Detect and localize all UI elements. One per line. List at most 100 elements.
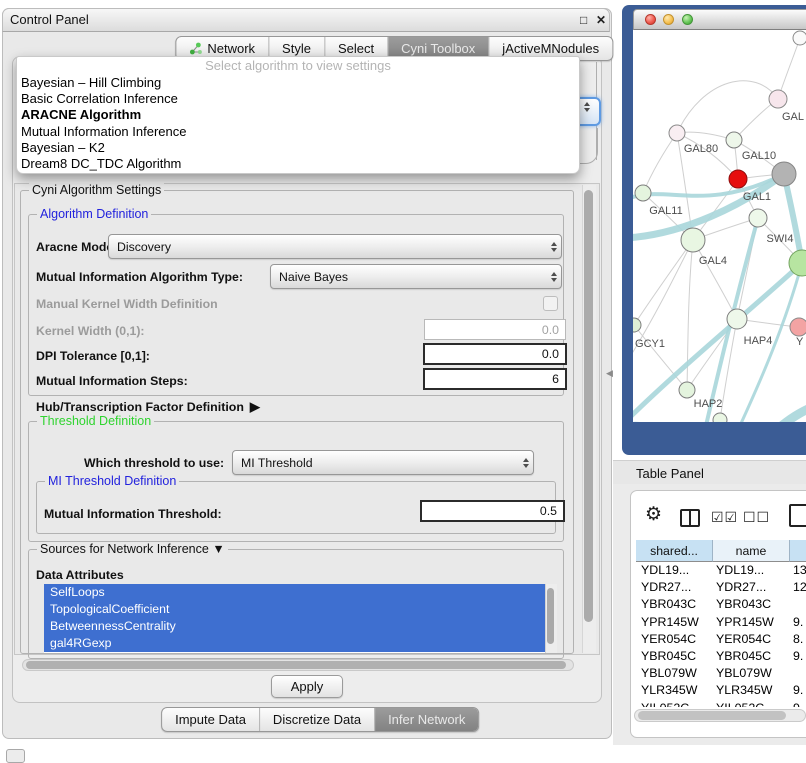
network-node[interactable] bbox=[726, 132, 742, 148]
network-node[interactable] bbox=[679, 382, 695, 398]
table-row[interactable]: YLR345WYLR345W9. bbox=[636, 682, 806, 699]
deselect-all-checkboxes-icon[interactable]: ☐☐ bbox=[743, 509, 770, 526]
table-cell: YBL079W bbox=[713, 665, 790, 682]
expanded-arrow-icon[interactable]: ▼ bbox=[212, 542, 224, 556]
data-attributes-list: SelfLoopsTopologicalCoefficientBetweenne… bbox=[44, 584, 556, 653]
bottom-tab-impute-data[interactable]: Impute Data bbox=[162, 708, 260, 731]
algorithm-option[interactable]: Bayesian – K2 bbox=[17, 140, 579, 156]
attribute-list-item[interactable]: BetweennessCentrality bbox=[44, 618, 556, 635]
tab-label: Network bbox=[207, 41, 255, 56]
bottom-tab-discretize-data[interactable]: Discretize Data bbox=[260, 708, 375, 731]
window-close-traffic-light[interactable] bbox=[645, 14, 656, 25]
table-cell: YBL079W bbox=[636, 665, 713, 682]
algorithm-option[interactable]: Bayesian – Hill Climbing bbox=[17, 75, 579, 91]
column-header[interactable]: shared... bbox=[636, 540, 713, 562]
table-cell bbox=[790, 665, 806, 682]
apply-button[interactable]: Apply bbox=[271, 675, 343, 698]
attribute-list-item[interactable]: SelfLoops bbox=[44, 584, 556, 601]
table-hscrollbar-thumb[interactable] bbox=[638, 711, 786, 720]
split-divider-arrow-icon[interactable]: ◀ bbox=[606, 368, 613, 379]
hub-definition-toggle[interactable]: Hub/Transcription Factor Definition▶ bbox=[36, 399, 260, 415]
network-node[interactable] bbox=[729, 170, 747, 188]
table-document-icon[interactable] bbox=[789, 504, 806, 527]
sources-group-title: Sources for Network Inference ▼ bbox=[37, 542, 228, 556]
table-cell: 9 bbox=[790, 700, 806, 708]
network-node[interactable] bbox=[793, 31, 806, 45]
aracne-mode-combo[interactable]: Discovery bbox=[108, 234, 562, 259]
network-node[interactable] bbox=[635, 185, 651, 201]
network-node[interactable] bbox=[713, 413, 727, 422]
table-row[interactable]: YBL079WYBL079W bbox=[636, 665, 806, 682]
algorithm-dropdown-placeholder: Select algorithm to view settings bbox=[17, 57, 579, 75]
bottom-tabs: Impute DataDiscretize Data Infer Network bbox=[161, 707, 479, 732]
window-minimize-traffic-light[interactable] bbox=[663, 14, 674, 25]
mi-steps-value: 6 bbox=[552, 372, 565, 386]
which-threshold-combo[interactable]: MI Threshold bbox=[232, 450, 534, 475]
table-row[interactable]: YDL19...YDL19...13 bbox=[636, 562, 806, 579]
attributes-vscrollbar-thumb[interactable] bbox=[547, 588, 554, 644]
table-cell: YBR043C bbox=[636, 596, 713, 613]
network-node[interactable] bbox=[633, 318, 641, 332]
table-cell: YIL052C bbox=[636, 700, 713, 708]
bottom-tab-infer-network[interactable]: Infer Network bbox=[375, 708, 478, 731]
table-row[interactable]: YER054CYER054C8. bbox=[636, 631, 806, 648]
table-cell: YDL19... bbox=[713, 562, 790, 579]
tab-label: Style bbox=[282, 41, 311, 56]
table-row[interactable]: YPR145WYPR145W9. bbox=[636, 614, 806, 631]
table-row[interactable]: YDR27...YDR27...12 bbox=[636, 579, 806, 596]
data-attributes-label: Data Attributes bbox=[36, 568, 124, 582]
window-zoom-traffic-light[interactable] bbox=[682, 14, 693, 25]
algorithm-option[interactable]: Basic Correlation Inference bbox=[17, 91, 579, 107]
mi-type-combo[interactable]: Naive Bayes bbox=[270, 264, 562, 289]
column-header[interactable]: name bbox=[713, 540, 790, 562]
algorithm-option[interactable]: Mutual Information Inference bbox=[17, 124, 579, 140]
settings-scrollbar-thumb[interactable] bbox=[584, 190, 593, 622]
attribute-list-item[interactable]: gal4RGexp bbox=[44, 635, 556, 652]
network-node[interactable] bbox=[681, 228, 705, 252]
network-node[interactable] bbox=[769, 90, 787, 108]
mi-steps-field[interactable]: 6 bbox=[423, 368, 567, 390]
attributes-hscrollbar-thumb[interactable] bbox=[26, 661, 566, 669]
table-row[interactable]: YBR045CYBR045C9. bbox=[636, 648, 806, 665]
table-cell: YIL052C bbox=[713, 700, 790, 708]
table-cell: 12 bbox=[790, 579, 806, 596]
dpi-tolerance-field[interactable]: 0.0 bbox=[423, 343, 567, 365]
network-node[interactable] bbox=[772, 162, 796, 186]
table-cell: 9. bbox=[790, 682, 806, 699]
mi-threshold-field[interactable]: 0.5 bbox=[420, 500, 565, 522]
network-canvas[interactable]: GALGAL80GAL10GAL1GAL11SWI4GAL4GCY1HAP4YH… bbox=[633, 30, 806, 422]
network-node[interactable] bbox=[749, 209, 767, 227]
algorithm-option[interactable]: Dream8 DC_TDC Algorithm bbox=[17, 156, 579, 172]
table-row[interactable]: YIL052CYIL052C9 bbox=[636, 700, 806, 708]
table-rows: YDL19...YDL19...13YDR27...YDR27...12YBR0… bbox=[636, 562, 806, 707]
network-edge bbox=[634, 325, 687, 390]
column-header[interactable] bbox=[790, 540, 806, 562]
combo-stepper-icon bbox=[547, 272, 561, 282]
table-cell: 9. bbox=[790, 614, 806, 631]
network-window-titlebar[interactable] bbox=[633, 9, 806, 30]
network-node[interactable] bbox=[727, 309, 747, 329]
table-cell: 13 bbox=[790, 562, 806, 579]
network-node-label: GCY1 bbox=[635, 338, 665, 350]
network-node[interactable] bbox=[790, 318, 806, 336]
collapsed-panel-icon[interactable] bbox=[6, 749, 25, 763]
algorithm-option[interactable]: ARACNE Algorithm bbox=[17, 107, 579, 123]
close-icon[interactable]: ✕ bbox=[596, 13, 606, 27]
gear-icon[interactable]: ⚙ bbox=[645, 505, 662, 524]
table-cell: YLR345W bbox=[636, 682, 713, 699]
select-all-checkboxes-icon[interactable]: ☑☑ bbox=[711, 509, 738, 526]
table-row[interactable]: YBR043CYBR043C bbox=[636, 596, 806, 613]
sources-title-text: Sources for Network Inference bbox=[40, 542, 209, 556]
dpi-tolerance-value: 0.0 bbox=[542, 347, 565, 361]
manual-kernel-checkbox[interactable] bbox=[543, 296, 558, 311]
attribute-list-item[interactable]: TopologicalCoefficient bbox=[44, 601, 556, 618]
network-node[interactable] bbox=[669, 125, 685, 141]
table-header-row: shared...name bbox=[636, 540, 806, 562]
columns-icon[interactable] bbox=[680, 509, 700, 527]
kernel-width-field[interactable]: 0.0 bbox=[424, 319, 566, 340]
control-panel-title: Control Panel bbox=[10, 12, 89, 27]
collapsed-arrow-icon: ▶ bbox=[250, 399, 260, 414]
network-node-label: GAL11 bbox=[649, 205, 682, 217]
tab-label: Infer Network bbox=[388, 712, 465, 727]
mi-threshold-value: 0.5 bbox=[540, 504, 563, 518]
